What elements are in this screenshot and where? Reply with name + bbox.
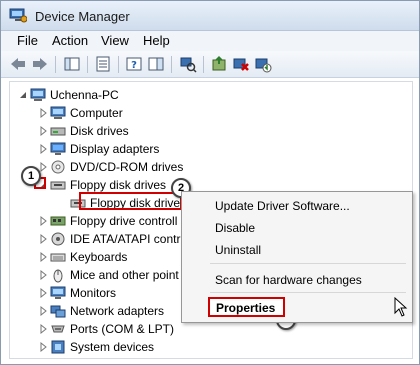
tree-item-label: Keyboards [70,250,128,264]
expanded-arrow-icon[interactable] [18,90,28,100]
tree-item-label: IDE ATA/ATAPI contr [70,232,181,246]
callout-1: 1 [21,166,41,186]
scan-hardware-icon[interactable] [179,55,197,73]
window-title: Device Manager [35,9,130,24]
tree-item-label: Network adapters [70,304,165,318]
menu-separator [210,263,406,264]
update-driver-icon[interactable] [210,55,228,73]
collapsed-arrow-icon[interactable] [38,126,48,136]
menu-scan-for-hardware-changes[interactable]: Scan for hardware changes [215,273,362,287]
tree-item-label: Monitors [70,286,117,300]
tree-item-label: Mice and other point [70,268,179,282]
tree-item-label: Floppy disk drives [70,178,167,192]
collapsed-arrow-icon[interactable] [38,324,48,334]
display-adapter-icon [50,142,66,155]
computer-icon [50,106,66,119]
menu-separator [210,292,406,293]
tree-item-label: Ports (COM & LPT) [70,322,175,336]
collapsed-arrow-icon[interactable] [38,234,48,244]
toolbar: ? [1,51,419,78]
collapsed-arrow-icon[interactable] [38,288,48,298]
menu-properties[interactable]: Properties [216,301,275,315]
menu-help[interactable]: Help [143,33,170,48]
action-pane-icon[interactable] [147,55,165,73]
device-manager-window: Device Manager File Action View Help ? U… [0,0,420,365]
svg-text:?: ? [131,60,137,71]
help-icon[interactable]: ? [125,55,143,73]
uninstall-icon[interactable] [232,55,250,73]
menu-view[interactable]: View [101,33,129,48]
collapsed-arrow-icon[interactable] [38,144,48,154]
computer-icon [30,88,46,101]
toolbar-separator [203,56,204,73]
forward-icon[interactable] [31,55,49,73]
tree-item-label: DVD/CD-ROM drives [70,160,184,174]
selected-item-highlight [79,192,182,210]
menu-action[interactable]: Action [52,33,88,48]
floppy-drive-icon [50,181,66,190]
menu-update-driver-software[interactable]: Update Driver Software... [215,199,350,213]
disk-drive-icon [50,127,66,136]
back-icon[interactable] [9,55,27,73]
device-manager-icon [9,8,27,23]
tree-item-label: System devices [70,340,155,354]
mouse-icon [53,269,63,283]
tree-item-label: Disk drives [70,124,129,138]
tree-item-label: Display adapters [70,142,160,156]
menu-bar: File Action View Help [1,31,419,51]
collapsed-arrow-icon[interactable] [38,342,48,352]
toolbar-separator [118,56,119,73]
collapsed-arrow-icon[interactable] [38,108,48,118]
context-menu: Update Driver Software... Disable Uninst… [181,191,413,323]
disable-device-icon[interactable] [254,55,272,73]
monitor-icon [50,286,66,299]
toolbar-separator [171,56,172,73]
port-icon [51,325,65,333]
menu-disable[interactable]: Disable [215,221,255,235]
menu-uninstall[interactable]: Uninstall [215,243,261,257]
dvd-drive-icon [51,160,65,174]
tree-item-label: Floppy drive controll [70,214,178,228]
ide-controller-icon [51,232,65,246]
mouse-cursor-icon [394,297,408,317]
toolbar-separator [87,56,88,73]
toolbar-separator [55,56,56,73]
collapsed-arrow-icon[interactable] [38,216,48,226]
collapsed-arrow-icon[interactable] [38,252,48,262]
properties-sheet-icon[interactable] [94,55,112,73]
show-hide-console-tree-icon[interactable] [63,55,81,73]
title-bar: Device Manager [1,1,419,31]
tree-root-label: Uchenna-PC [50,88,119,102]
collapsed-arrow-icon[interactable] [38,306,48,316]
tree-item-label: Computer [70,106,123,120]
keyboard-icon [50,253,66,262]
collapsed-arrow-icon[interactable] [38,270,48,280]
controller-icon [50,216,66,226]
menu-file[interactable]: File [17,33,38,48]
network-adapter-icon [50,305,66,318]
system-devices-icon [51,340,65,354]
